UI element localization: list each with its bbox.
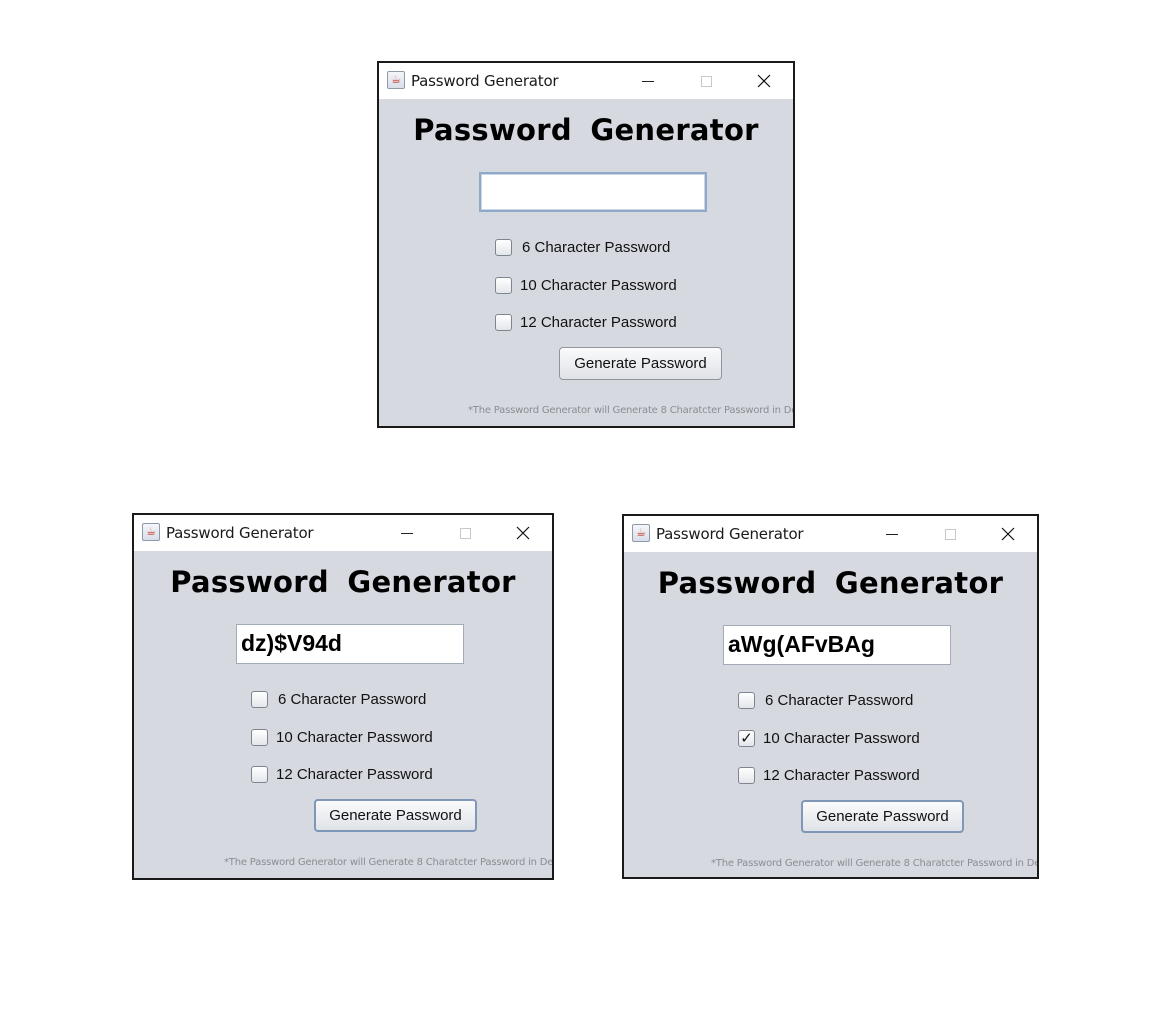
option-6-char[interactable]: 6 Character Password <box>495 237 670 257</box>
checkbox-12-char[interactable] <box>738 766 755 784</box>
password-output-field[interactable] <box>479 172 707 212</box>
title-bar[interactable]: ☕ Password Generator <box>379 63 793 99</box>
window-content: Password Generator dz)$V94d 6 Character … <box>134 551 552 878</box>
generate-password-button[interactable]: Generate Password <box>314 799 477 832</box>
option-label-12-char: 12 Character Password <box>520 313 677 331</box>
close-button[interactable] <box>749 67 779 95</box>
option-10-char[interactable]: ✓ 10 Character Password <box>738 728 920 748</box>
option-10-char[interactable]: 10 Character Password <box>251 727 433 747</box>
checkbox-6-char[interactable] <box>251 690 268 708</box>
close-button[interactable] <box>993 520 1023 548</box>
minimize-icon <box>886 533 898 535</box>
maximize-icon <box>700 75 712 87</box>
generate-password-button[interactable]: Generate Password <box>559 347 722 380</box>
minimize-button[interactable] <box>877 520 907 548</box>
java-cup-icon: ☕ <box>632 524 650 542</box>
minimize-button[interactable] <box>633 67 663 95</box>
password-generator-window-1: ☕ Password Generator Password Generator … <box>377 61 795 428</box>
checkbox-12-char[interactable] <box>251 765 268 783</box>
maximize-icon <box>944 528 956 540</box>
app-heading: Password Generator <box>413 113 759 147</box>
maximize-button[interactable] <box>691 67 721 95</box>
close-button[interactable] <box>508 519 538 547</box>
checkbox-12-char[interactable] <box>495 313 512 331</box>
close-icon <box>516 526 530 540</box>
window-title: Password Generator <box>166 524 314 542</box>
option-label-6-char: 6 Character Password <box>765 691 914 709</box>
window-content: Password Generator 6 Character Password … <box>379 99 793 426</box>
checkbox-6-char[interactable] <box>738 691 755 709</box>
password-generator-window-3: ☕ Password Generator Password Generator … <box>622 514 1039 879</box>
maximize-button[interactable] <box>935 520 965 548</box>
generate-password-button[interactable]: Generate Password <box>801 800 964 833</box>
java-cup-icon: ☕ <box>387 71 405 89</box>
close-icon <box>757 74 771 88</box>
option-label-6-char: 6 Character Password <box>522 238 671 256</box>
app-heading: Password Generator <box>170 565 516 599</box>
option-12-char[interactable]: 12 Character Password <box>738 765 920 785</box>
checkbox-10-char[interactable] <box>251 728 268 746</box>
password-generator-window-2: ☕ Password Generator Password Generator … <box>132 513 554 880</box>
close-icon <box>1001 527 1015 541</box>
option-label-12-char: 12 Character Password <box>763 766 920 784</box>
password-output-field[interactable]: dz)$V94d <box>236 624 464 664</box>
option-6-char[interactable]: 6 Character Password <box>738 690 913 710</box>
option-label-12-char: 12 Character Password <box>276 765 433 783</box>
title-bar[interactable]: ☕ Password Generator <box>624 516 1037 552</box>
checkbox-10-char[interactable]: ✓ <box>738 729 755 747</box>
option-10-char[interactable]: 10 Character Password <box>495 275 677 295</box>
minimize-icon <box>642 80 654 82</box>
default-length-note: *The Password Generator will Generate 8 … <box>711 858 1039 869</box>
default-length-note: *The Password Generator will Generate 8 … <box>224 857 554 868</box>
option-12-char[interactable]: 12 Character Password <box>251 764 433 784</box>
option-label-6-char: 6 Character Password <box>278 690 427 708</box>
java-cup-icon: ☕ <box>142 523 160 541</box>
window-title: Password Generator <box>411 72 559 90</box>
password-output-field[interactable]: aWg(AFvBAg <box>723 625 951 665</box>
checkbox-10-char[interactable] <box>495 276 512 294</box>
window-content: Password Generator aWg(AFvBAg 6 Characte… <box>624 552 1037 877</box>
option-12-char[interactable]: 12 Character Password <box>495 312 677 332</box>
title-bar[interactable]: ☕ Password Generator <box>134 515 552 551</box>
default-length-note: *The Password Generator will Generate 8 … <box>468 405 795 416</box>
minimize-button[interactable] <box>392 519 422 547</box>
minimize-icon <box>401 532 413 534</box>
option-6-char[interactable]: 6 Character Password <box>251 689 426 709</box>
window-title: Password Generator <box>656 525 804 543</box>
option-label-10-char: 10 Character Password <box>763 729 920 747</box>
option-label-10-char: 10 Character Password <box>276 728 433 746</box>
maximize-icon <box>459 527 471 539</box>
app-heading: Password Generator <box>657 566 1004 600</box>
checkbox-6-char[interactable] <box>495 238 512 256</box>
option-label-10-char: 10 Character Password <box>520 276 677 294</box>
maximize-button[interactable] <box>450 519 480 547</box>
